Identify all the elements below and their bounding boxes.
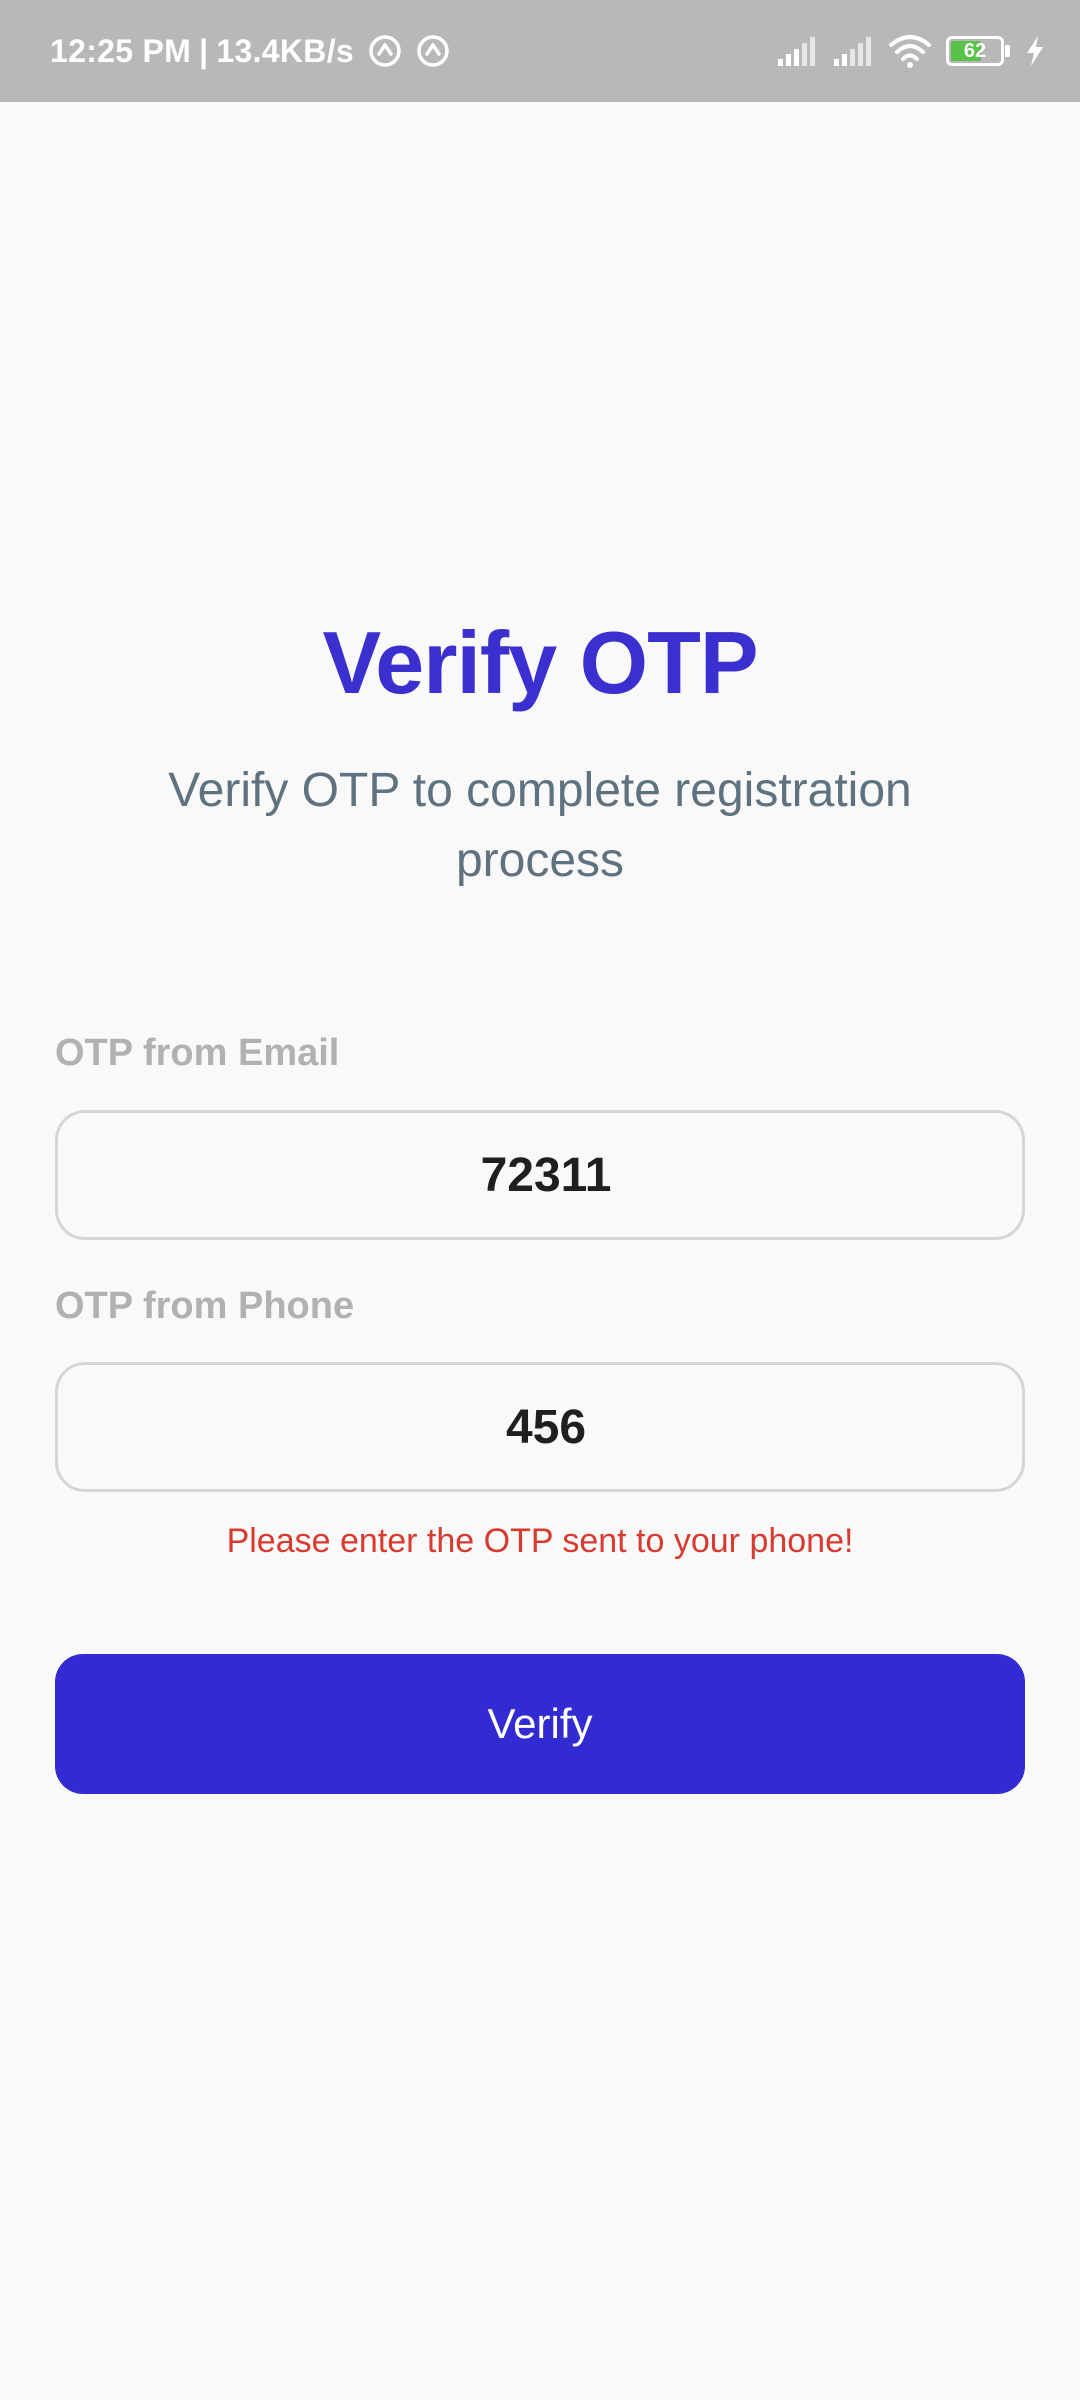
wifi-icon bbox=[888, 33, 932, 69]
sync-icon bbox=[416, 34, 450, 68]
email-otp-input[interactable] bbox=[55, 1110, 1025, 1240]
email-otp-label: OTP from Email bbox=[55, 1032, 340, 1074]
page-subtitle: Verify OTP to complete registration proc… bbox=[168, 764, 912, 887]
phone-otp-error-message: Please enter the OTP sent to your phone! bbox=[226, 1522, 854, 1560]
phone-otp-label: OTP from Phone bbox=[55, 1285, 355, 1327]
battery-level: 62 bbox=[963, 40, 987, 62]
charging-bolt-icon bbox=[1024, 35, 1046, 67]
status-bar: 12:25 PM | 13.4KB/s 62 bbox=[0, 0, 1080, 102]
phone-otp-input[interactable] bbox=[55, 1362, 1025, 1492]
signal-icon bbox=[832, 35, 874, 67]
page-title: Verify OTP bbox=[322, 613, 758, 712]
status-left: 12:25 PM | 13.4KB/s bbox=[50, 0, 450, 102]
verify-button[interactable]: Verify bbox=[55, 1654, 1025, 1794]
battery-icon: 62 bbox=[946, 36, 1010, 66]
status-separator: | bbox=[199, 32, 209, 69]
network-speed: 13.4KB/s bbox=[216, 32, 354, 69]
status-time: 12:25 PM bbox=[50, 32, 192, 69]
signal-icon bbox=[776, 35, 818, 67]
status-right: 62 bbox=[776, 0, 1046, 102]
sync-icon bbox=[368, 34, 402, 68]
